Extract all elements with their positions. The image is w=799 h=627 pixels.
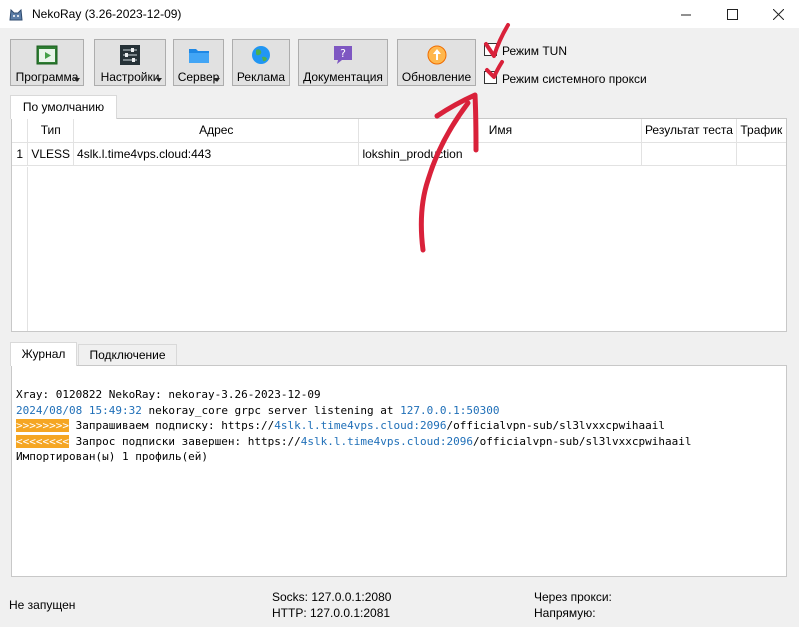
- log-url: 4slk.l.time4vps.cloud:2096: [300, 434, 473, 448]
- sliders-icon: [120, 45, 140, 65]
- title-bar: NekoRay (3.26-2023-12-09): [0, 0, 799, 28]
- column-header-address[interactable]: Адрес: [73, 119, 360, 143]
- dropdown-arrow-icon: [74, 78, 80, 82]
- system-proxy-checkbox[interactable]: [484, 71, 497, 84]
- cell-type[interactable]: VLESS: [27, 142, 75, 166]
- cell-name[interactable]: lokshin_production: [358, 142, 643, 166]
- log-text: Запрос подписки завершен: https://: [68, 434, 301, 448]
- column-header-name[interactable]: Имя: [358, 119, 643, 143]
- tab-default-group[interactable]: По умолчанию: [10, 95, 117, 119]
- log-timestamp: 2024/08/08 15:49:32: [16, 403, 142, 417]
- log-text: /officialvpn-sub/sl3lvxxcpwihaail: [472, 434, 692, 448]
- column-header-type[interactable]: Тип: [27, 119, 75, 143]
- close-icon: [772, 8, 784, 20]
- log-text: nekoray_core grpc server listening at: [141, 403, 401, 417]
- tun-mode-label: Режим TUN: [502, 44, 567, 58]
- log-url: 4slk.l.time4vps.cloud:2096: [274, 419, 447, 433]
- tab-connections[interactable]: Подключение: [78, 344, 177, 366]
- status-socks: Socks: 127.0.0.1:2080: [272, 590, 392, 604]
- log-request-tag: >>>>>>>>: [16, 419, 69, 433]
- dropdown-arrow-icon: [156, 78, 162, 82]
- program-label: Программа: [15, 70, 79, 84]
- row-index: 1: [12, 142, 29, 166]
- globe-icon: [252, 46, 270, 64]
- settings-label: Настройки: [100, 70, 160, 84]
- server-menu-button[interactable]: Сервер: [173, 39, 224, 86]
- maximize-icon: [726, 8, 738, 20]
- docs-label: Документация: [303, 70, 383, 84]
- status-direct: Напрямую:: [534, 606, 596, 620]
- tun-mode-checkbox[interactable]: [484, 43, 497, 56]
- folder-icon: [188, 49, 209, 63]
- log-text: Запрашиваем подписку: https://: [68, 419, 275, 433]
- dropdown-arrow-icon: [214, 78, 220, 82]
- server-list: Тип Адрес Имя Результат теста Трафик 1 V…: [11, 118, 787, 332]
- minimize-button[interactable]: [663, 0, 709, 28]
- svg-text:?: ?: [340, 47, 346, 60]
- log-line: Импортирован(ы) 1 профиль(ей): [16, 449, 786, 465]
- system-proxy-label: Режим системного прокси: [502, 72, 647, 86]
- log-text: Xray: 0120822 NekoRay: nekoray-3.26-2023…: [16, 388, 321, 401]
- log-panel: Xray: 0120822 NekoRay: nekoray-3.26-2023…: [11, 365, 787, 577]
- log-response-tag: <<<<<<<<: [16, 434, 69, 448]
- column-header-test-result[interactable]: Результат теста: [641, 119, 737, 143]
- server-table: Тип Адрес Имя Результат теста Трафик 1 V…: [12, 119, 786, 166]
- ads-label: Реклама: [236, 70, 286, 84]
- log-text: /officialvpn-sub/sl3lvxxcpwihaail: [446, 419, 666, 433]
- log-line: >>>>>>>> Запрашиваем подписку: https://4…: [16, 418, 786, 434]
- row-index-header: [12, 119, 29, 143]
- update-circle-icon: [427, 45, 446, 65]
- nekoray-cat-icon: [9, 8, 23, 21]
- log-text: Импортирован(ы) 1 профиль(ей): [16, 450, 209, 464]
- window-title: NekoRay (3.26-2023-12-09): [32, 7, 182, 21]
- minimize-icon: [680, 14, 691, 15]
- tab-log[interactable]: Журнал: [10, 342, 77, 366]
- log-line: 2024/08/08 15:49:32 nekoray_core grpc se…: [16, 403, 786, 419]
- ads-button[interactable]: Реклама: [232, 39, 290, 86]
- table-row[interactable]: 1 VLESS 4slk.l.time4vps.cloud:443 lokshi…: [12, 142, 786, 166]
- cell-traffic[interactable]: [736, 142, 786, 166]
- table-header-row: Тип Адрес Имя Результат теста Трафик: [12, 119, 786, 143]
- close-button[interactable]: [755, 0, 799, 28]
- update-label: Обновление: [401, 70, 472, 84]
- log-address: 127.0.0.1:50300: [400, 403, 500, 417]
- docs-button[interactable]: ? Документация: [298, 39, 388, 86]
- play-window-icon: [36, 45, 58, 65]
- question-bubble-icon: ?: [334, 46, 352, 64]
- status-state: Не запущен: [9, 598, 76, 612]
- cell-test-result[interactable]: [641, 142, 737, 166]
- log-line: Xray: 0120822 NekoRay: nekoray-3.26-2023…: [16, 387, 786, 403]
- status-http: HTTP: 127.0.0.1:2081: [272, 606, 391, 620]
- update-button[interactable]: Обновление: [397, 39, 476, 86]
- cell-address[interactable]: 4slk.l.time4vps.cloud:443: [73, 142, 360, 166]
- maximize-button[interactable]: [709, 0, 755, 28]
- program-menu-button[interactable]: Программа: [10, 39, 84, 86]
- column-header-traffic[interactable]: Трафик: [736, 119, 786, 143]
- index-column-divider: [27, 167, 28, 331]
- settings-menu-button[interactable]: Настройки: [94, 39, 166, 86]
- log-line: <<<<<<<< Запрос подписки завершен: https…: [16, 434, 786, 450]
- status-via-proxy: Через прокси:: [534, 590, 612, 604]
